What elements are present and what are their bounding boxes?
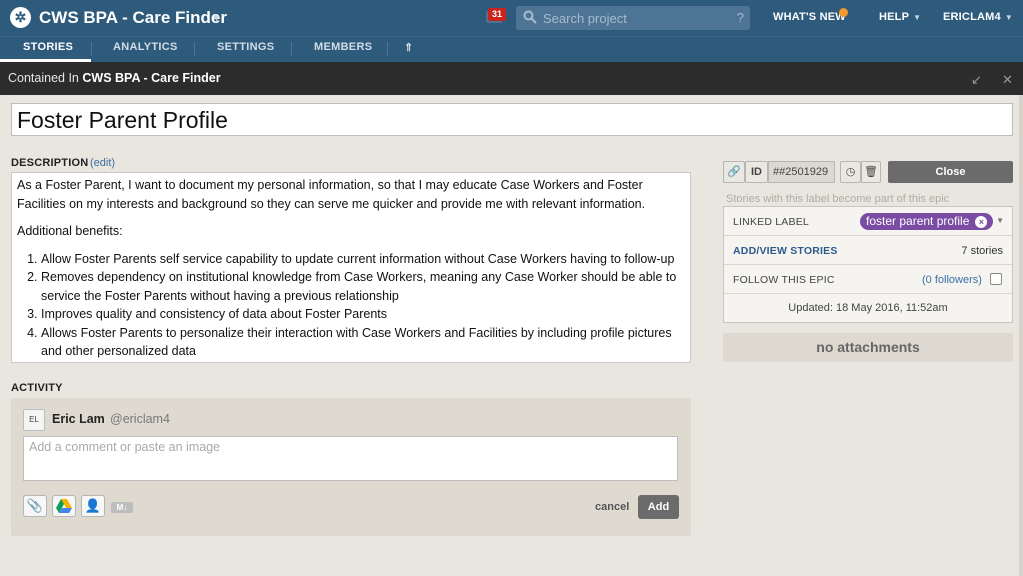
minimize-icon[interactable]: ↙ [971,72,982,88]
user-name: Eric Lam [52,412,105,426]
description-label: DESCRIPTION [11,157,89,169]
list-item: Improves quality and consistency of data… [41,305,685,324]
cancel-button[interactable]: cancel [595,501,629,513]
paperclip-icon: 📎 [26,498,44,513]
help-menu[interactable]: HELP ▼ [879,11,921,23]
contained-in: Contained In CWS BPA - Care Finder [8,71,221,85]
remove-label-icon[interactable]: × [975,216,988,228]
avatar: EL [23,409,45,431]
tab-members[interactable]: MEMBERS [314,41,372,53]
search-input[interactable] [543,9,723,27]
benefits-list: Allow Foster Parents self service capabi… [17,250,685,361]
google-drive-button[interactable] [52,495,76,517]
label-pill[interactable]: foster parent profile × [860,213,994,230]
search-box[interactable]: ? [516,6,750,30]
activity-label: ACTIVITY [11,382,63,394]
scrollbar[interactable] [1019,95,1023,576]
linked-label-row: LINKED LABEL foster parent profile × ▼ [724,207,1012,236]
activity-panel: EL Eric Lam @ericlam4 📎 👤 M↓ cancel Add [11,398,691,536]
whats-new-label: WHAT'S NEW [773,11,846,23]
tab-settings[interactable]: SETTINGS [217,41,274,53]
followers-link[interactable]: (0 followers) [922,274,982,286]
copy-link-button[interactable]: 🔗 [723,161,745,183]
list-item: Allows Foster Parents to personalize the… [41,324,685,361]
contained-in-project-link[interactable]: CWS BPA - Care Finder [82,71,220,85]
history-button[interactable]: ◷ [840,161,861,183]
user-label: ERICLAM4 [943,11,1001,23]
comment-input[interactable] [23,436,678,481]
markdown-icon[interactable]: M↓ [111,502,133,513]
user-menu[interactable]: ERICLAM4 ▼ [943,11,1013,23]
close-icon[interactable]: ✕ [1002,72,1013,88]
updated-timestamp: Updated: 18 May 2016, 11:52am [788,302,948,314]
search-icon [523,10,537,24]
close-button[interactable]: Close [888,161,1013,183]
google-drive-icon [56,499,72,513]
list-item: Removes dependency on institutional know… [41,268,685,305]
chevron-down-icon[interactable]: ▼ [996,216,1004,225]
tab-divider [387,42,388,56]
id-label: ID [745,161,768,183]
trash-icon: 🗑 [864,166,878,178]
chevron-down-icon: ▼ [913,13,922,22]
tab-divider [91,42,92,56]
delete-button[interactable]: 🗑 [861,161,881,183]
collapse-tabs-icon[interactable]: ⇑ [404,41,414,54]
tab-divider [291,42,292,56]
follow-epic-label: FOLLOW THIS EPIC [733,274,835,286]
benefits-heading: Additional benefits: [17,224,123,238]
tab-divider [194,42,195,56]
help-label: HELP [879,11,910,23]
tab-analytics[interactable]: ANALYTICS [113,41,178,53]
attach-file-button[interactable]: 📎 [23,495,47,517]
new-indicator-dot [839,8,848,17]
follow-checkbox[interactable] [990,273,1002,285]
list-item: Allow Foster Parents self service capabi… [41,250,685,269]
epic-hint-text: Stories with this label become part of t… [726,193,950,205]
epic-panel-header: Contained In CWS BPA - Care Finder ↙ ✕ [0,62,1023,95]
user-handle: @ericlam4 [110,412,170,426]
epic-title-input[interactable]: Foster Parent Profile [11,103,1013,136]
whats-new-menu[interactable]: WHAT'S NEW [773,11,846,23]
top-header: ✲ CWS BPA - Care Finder ▼ 31 ? WHAT'S NE… [0,0,1023,36]
tab-stories[interactable]: STORIES [23,41,73,53]
epic-info-box: LINKED LABEL foster parent profile × ▼ AD… [723,206,1013,323]
epic-id-field[interactable]: ##2501929 [768,161,835,183]
mention-user-button[interactable]: 👤 [81,495,105,517]
chevron-down-icon: ▼ [1004,13,1013,22]
add-view-stories-link[interactable]: ADD/VIEW STORIES [733,245,838,257]
edit-description-link[interactable]: (edit) [90,157,115,169]
description-intro: As a Foster Parent, I want to document m… [17,178,646,211]
label-pill-text: foster parent profile [866,214,970,228]
add-view-stories-row[interactable]: ADD/VIEW STORIES 7 stories [724,236,1012,265]
contained-in-prefix: Contained In [8,71,79,85]
add-comment-button[interactable]: Add [638,495,679,519]
chevron-down-icon[interactable]: ▼ [212,13,221,23]
link-icon: 🔗 [727,166,741,178]
follow-epic-row: FOLLOW THIS EPIC (0 followers) [724,265,1012,294]
project-title[interactable]: CWS BPA - Care Finder [39,8,227,28]
attachments-dropzone[interactable]: no attachments [723,333,1013,362]
add-person-icon: 👤 [84,498,102,513]
notification-count-badge[interactable]: 31 [488,8,506,21]
clock-icon: ◷ [845,166,856,178]
tracker-logo-icon[interactable]: ✲ [10,7,31,28]
linked-label-title: LINKED LABEL [733,216,809,228]
project-tabs: STORIES ANALYTICS SETTINGS MEMBERS ⇑ [0,36,1023,63]
search-help-icon[interactable]: ? [737,10,744,25]
description-body[interactable]: As a Foster Parent, I want to document m… [11,172,691,363]
stories-count: 7 stories [961,245,1003,257]
